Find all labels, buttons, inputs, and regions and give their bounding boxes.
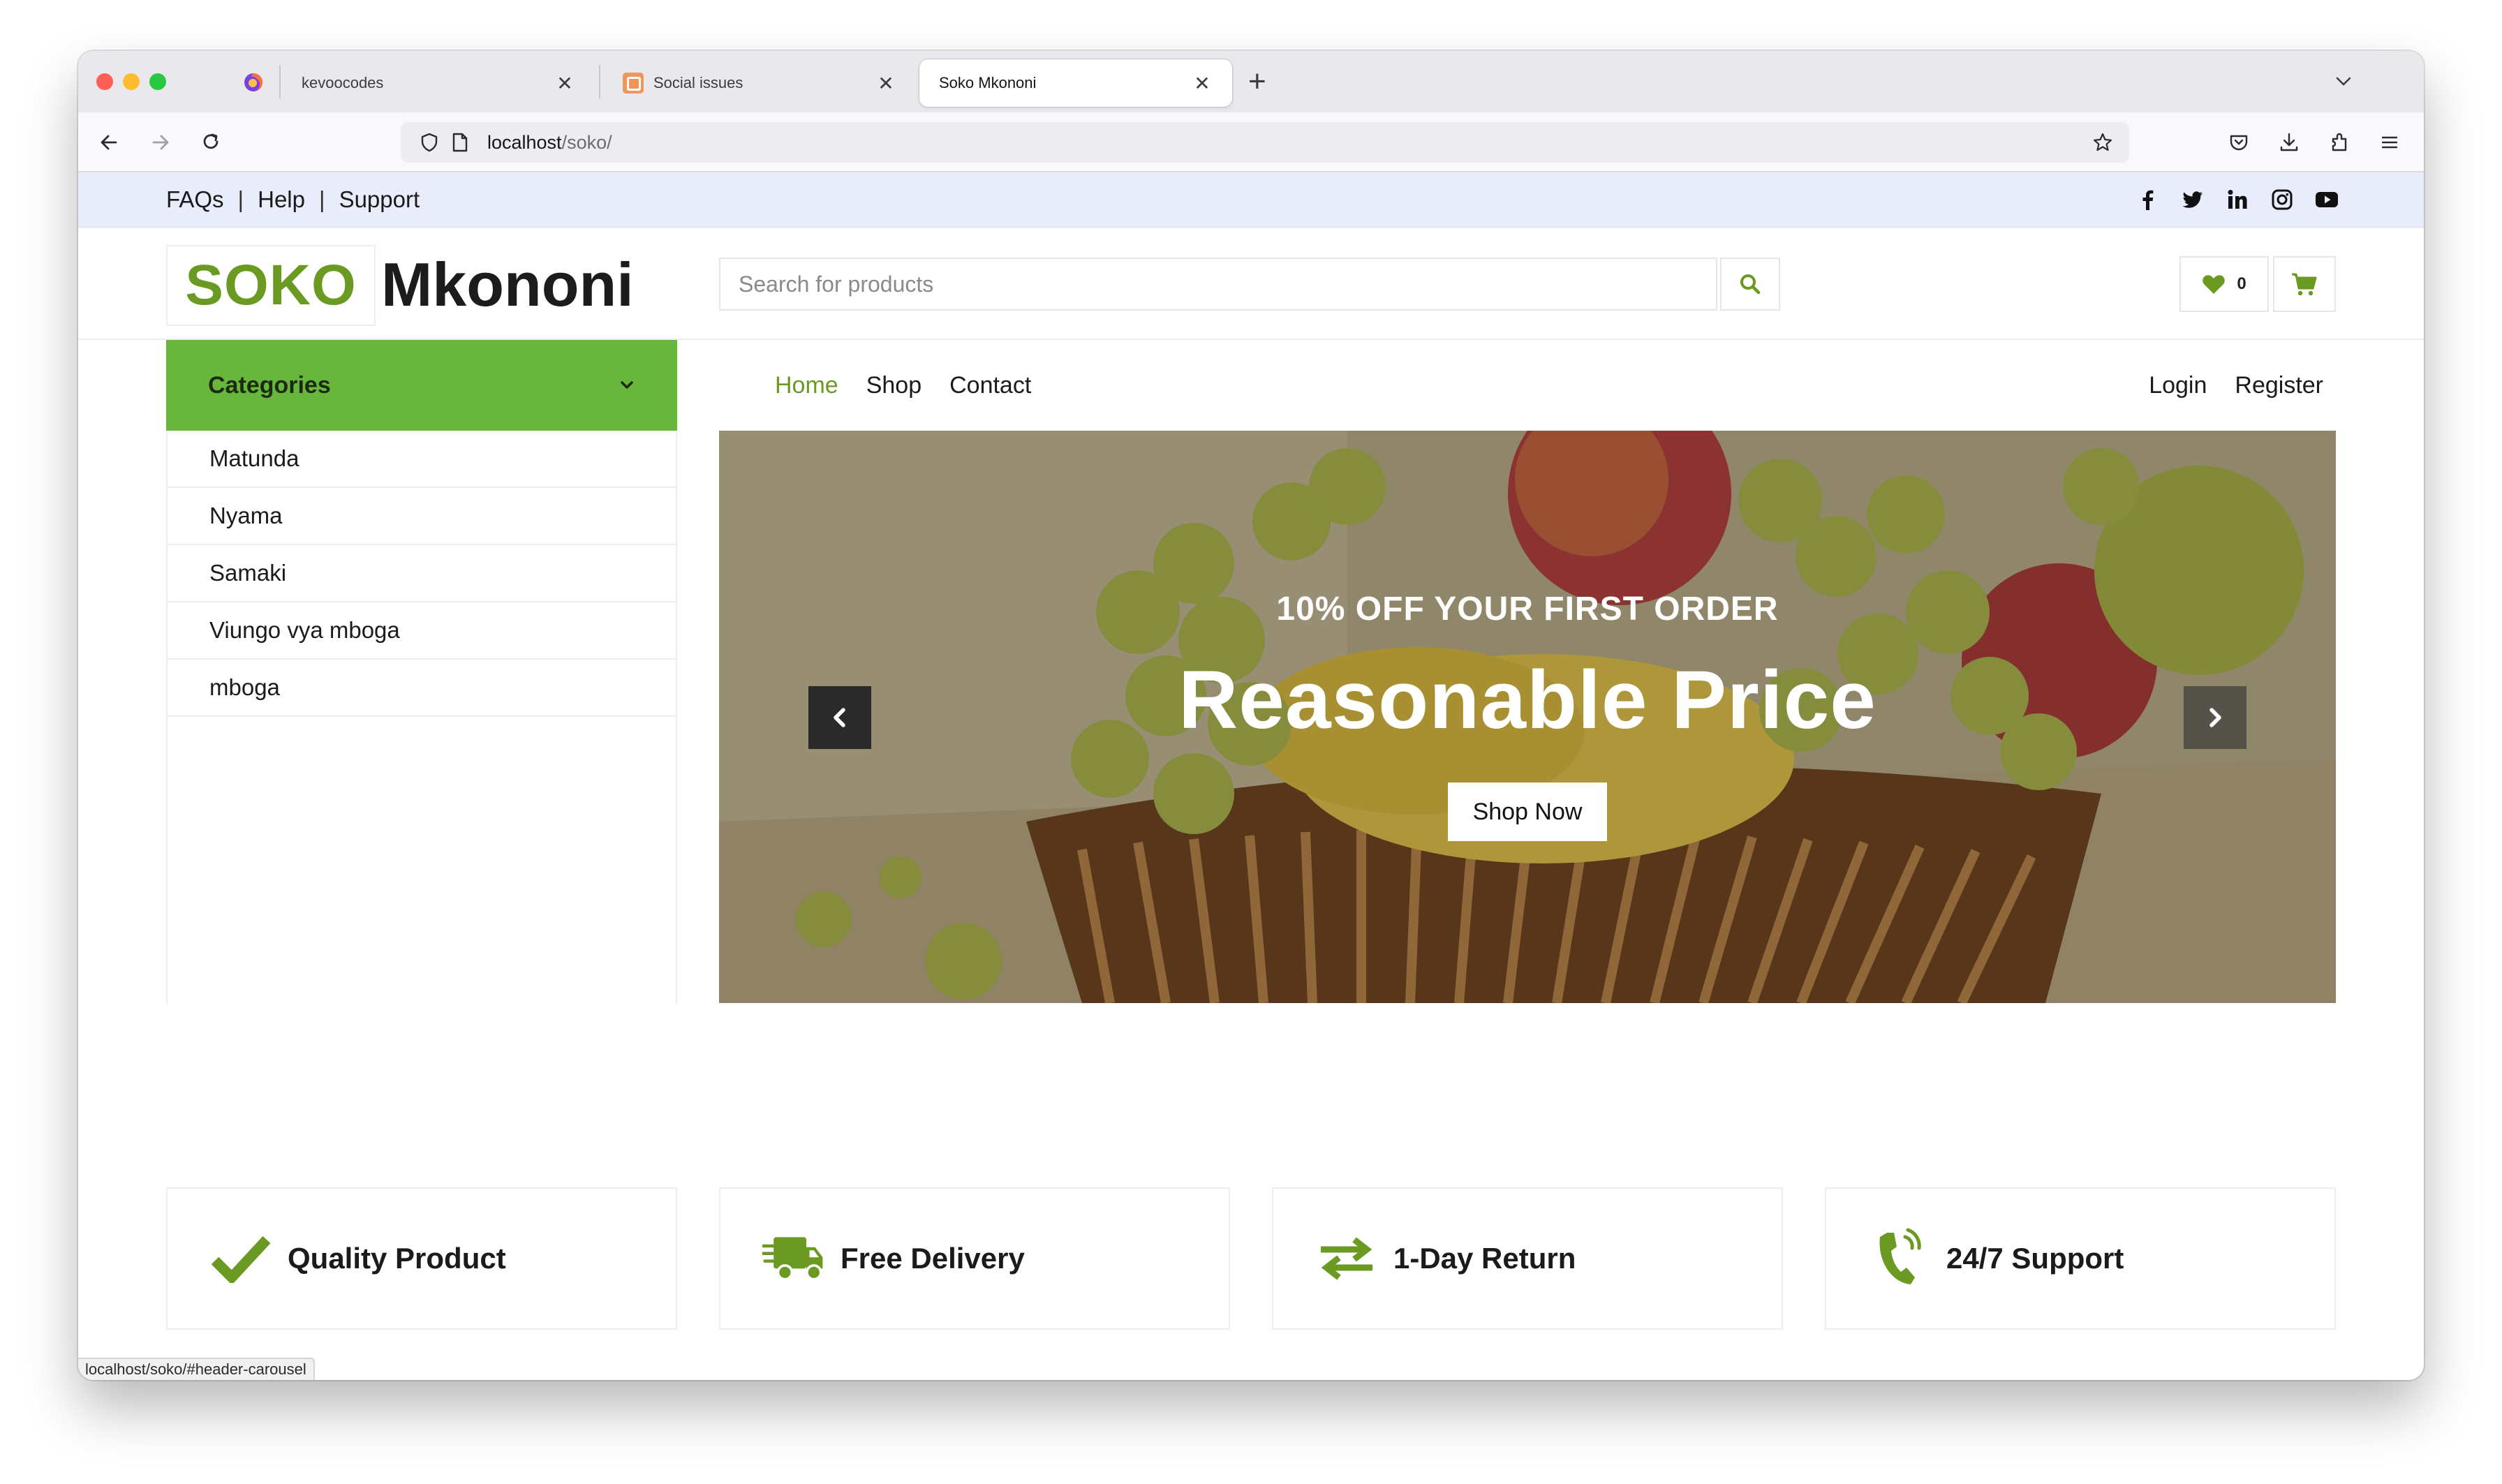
carousel-prev-button[interactable] (808, 686, 871, 749)
search-button[interactable] (1720, 258, 1780, 311)
firefox-icon (244, 73, 262, 91)
new-tab-icon[interactable]: + (1248, 65, 1266, 98)
feature-label: 1-Day Return (1393, 1242, 1576, 1275)
carousel-title: Reasonable Price (1178, 654, 1876, 746)
tab-soko-mkononi[interactable]: Soko Mkononi ✕ (919, 59, 1232, 107)
tab-divider (599, 65, 600, 98)
reload-icon[interactable] (198, 130, 223, 155)
minimize-window-button[interactable] (123, 73, 140, 90)
twitter-icon[interactable] (2179, 186, 2206, 213)
logo-soko: SOKO (185, 253, 357, 317)
top-bar: FAQs | Help | Support (78, 172, 2424, 228)
chevron-right-icon (2209, 708, 2221, 727)
tab-title: Soko Mkononi (939, 74, 1037, 91)
linkedin-icon[interactable] (2224, 186, 2251, 213)
cart-button[interactable] (2273, 256, 2336, 312)
category-item[interactable]: mboga (168, 660, 676, 717)
chevron-down-icon (621, 381, 633, 389)
url-host: localhost (487, 132, 562, 153)
shield-icon[interactable] (419, 132, 440, 153)
status-bar: localhost/soko/#header-carousel (78, 1358, 315, 1380)
feature-quality-product: Quality Product (166, 1187, 677, 1330)
nav-shop[interactable]: Shop (866, 372, 921, 399)
facebook-icon[interactable] (2135, 186, 2161, 213)
tab-title: kevoocodes (302, 74, 384, 91)
categories-list: Matunda Nyama Samaki Viungo vya mboga mb… (166, 431, 677, 1004)
close-tab-icon[interactable]: ✕ (1192, 72, 1213, 95)
logo[interactable]: SOKO (166, 245, 376, 326)
youtube-icon[interactable] (2314, 186, 2340, 213)
separator: | (237, 186, 244, 212)
tab-title: Social issues (653, 74, 743, 91)
menu-icon[interactable] (2378, 131, 2401, 154)
help-link[interactable]: Help (258, 186, 305, 213)
address-bar[interactable]: localhost/soko/ (401, 122, 2129, 163)
url-text[interactable]: localhost/soko/ (487, 132, 612, 153)
forward-icon[interactable] (148, 130, 173, 155)
feature-label: Free Delivery (841, 1242, 1025, 1275)
pocket-icon[interactable] (2227, 131, 2251, 154)
maximize-window-button[interactable] (149, 73, 166, 90)
categories-title: Categories (208, 371, 331, 399)
url-path: /soko/ (561, 132, 612, 153)
wishlist-button[interactable]: 0 (2179, 256, 2269, 312)
chevron-left-icon (834, 708, 845, 727)
close-tab-icon[interactable]: ✕ (554, 72, 575, 95)
nav-register[interactable]: Register (2235, 372, 2323, 399)
web-page: FAQs | Help | Support SOKO Mkononi Searc… (78, 172, 2424, 1380)
feature-label: Quality Product (288, 1242, 506, 1275)
nav-home[interactable]: Home (775, 372, 838, 399)
shopping-cart-icon (2292, 273, 2317, 296)
extensions-icon[interactable] (2327, 131, 2351, 154)
check-icon (209, 1231, 272, 1286)
chevron-down-icon[interactable] (2333, 71, 2354, 91)
browser-window: kevoocodes ✕ Social issues ✕ Soko Mkonon… (78, 51, 2424, 1380)
search-input[interactable] (719, 258, 1717, 311)
back-icon[interactable] (96, 130, 121, 155)
feature-label: 24/7 Support (1946, 1242, 2124, 1275)
close-tab-icon[interactable]: ✕ (875, 72, 896, 95)
categories-toggle[interactable]: Categories (166, 340, 677, 431)
site-header: SOKO Mkononi 0 (78, 228, 2424, 340)
faqs-link[interactable]: FAQs (166, 186, 224, 213)
category-item[interactable]: Viungo vya mboga (168, 602, 676, 660)
heart-icon (2203, 275, 2226, 294)
support-link[interactable]: Support (339, 186, 420, 213)
separator: | (318, 186, 325, 212)
tab-kevoocodes[interactable]: kevoocodes ✕ (282, 59, 595, 107)
download-icon[interactable] (2277, 131, 2301, 154)
carousel-next-button[interactable] (2184, 686, 2246, 749)
bookmark-star-icon[interactable] (2092, 131, 2114, 154)
category-item[interactable]: Nyama (168, 488, 676, 545)
tab-divider (279, 65, 281, 98)
header-carousel: 10% OFF YOUR FIRST ORDER Reasonable Pric… (719, 431, 2336, 1003)
browser-toolbar: localhost/soko/ (78, 112, 2424, 172)
exchange-arrows-icon (1315, 1231, 1378, 1286)
shop-now-button[interactable]: Shop Now (1448, 782, 1607, 841)
tab-bar: kevoocodes ✕ Social issues ✕ Soko Mkonon… (78, 51, 2424, 112)
search-icon (1740, 274, 1761, 295)
tab-social-issues[interactable]: Social issues ✕ (603, 59, 916, 107)
instagram-icon[interactable] (2269, 186, 2295, 213)
feature-free-delivery: Free Delivery (719, 1187, 1230, 1330)
top-links: FAQs | Help | Support (166, 186, 420, 213)
phone-volume-icon (1868, 1228, 1931, 1286)
nav-login[interactable]: Login (2149, 372, 2207, 399)
social-links (2135, 186, 2340, 213)
close-window-button[interactable] (96, 73, 113, 90)
favicon-icon (623, 73, 644, 94)
feature-24-7-support: 24/7 Support (1825, 1187, 2336, 1330)
main-nav: Home Shop Contact Login Register (719, 340, 2336, 431)
category-item[interactable]: Matunda (168, 431, 676, 488)
nav-contact[interactable]: Contact (949, 372, 1031, 399)
carousel-subtitle: 10% OFF YOUR FIRST ORDER (1276, 591, 1779, 628)
category-item[interactable]: Samaki (168, 545, 676, 602)
wishlist-count: 0 (2237, 274, 2246, 293)
truck-icon (762, 1231, 825, 1286)
page-icon[interactable] (451, 132, 469, 153)
logo-mkononi[interactable]: Mkononi (381, 246, 634, 323)
feature-1-day-return: 1-Day Return (1272, 1187, 1783, 1330)
